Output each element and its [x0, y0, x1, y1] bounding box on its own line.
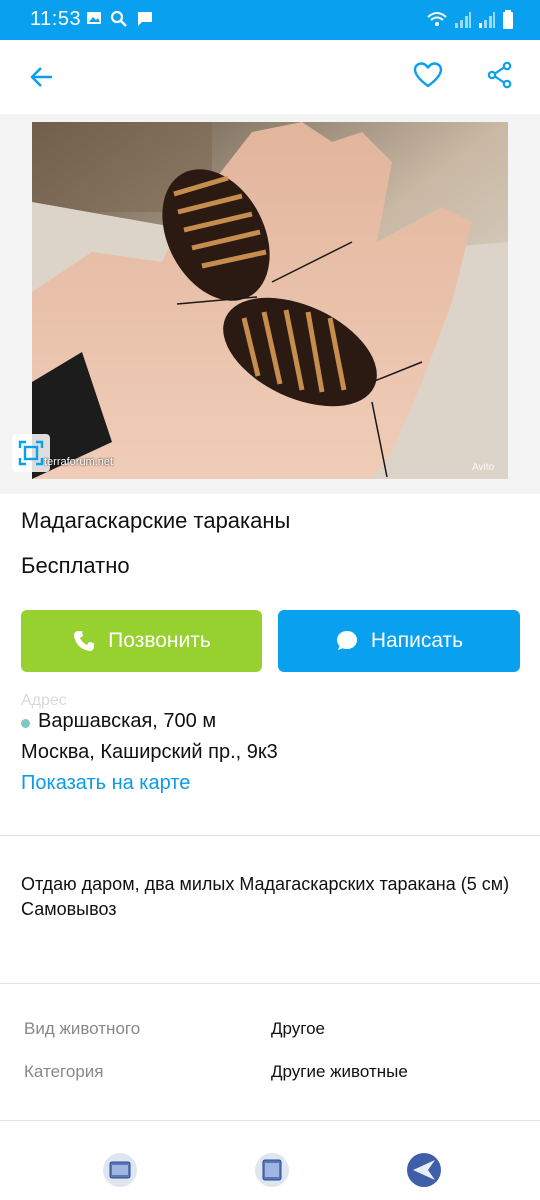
show-on-map-link[interactable]: Показать на карте: [21, 772, 190, 795]
call-button-label: Позвонить: [108, 629, 211, 652]
listing-price: Бесплатно: [21, 553, 130, 578]
back-button[interactable]: [20, 55, 64, 99]
heart-outline-icon: [413, 62, 443, 88]
wifi-icon: [427, 12, 447, 26]
param-value: Другое: [271, 1019, 326, 1038]
metro-station-text: Варшавская, 700 м: [38, 710, 217, 732]
description-line: Самовывоз: [21, 899, 117, 919]
listing-title: Мадагаскарские тараканы: [21, 508, 291, 533]
description-line: Отдаю даром, два милых Мадагаскарских та…: [21, 874, 510, 894]
arrow-left-icon: [30, 67, 52, 87]
chat-bubble-icon: [336, 631, 357, 650]
divider: [0, 983, 540, 984]
battery-icon: [503, 10, 513, 29]
system-navigation-bar: [0, 1140, 540, 1200]
photo-watermark: terraforum.net: [44, 456, 114, 468]
signal-icon: [455, 12, 471, 28]
status-bar: 11:53: [0, 0, 540, 40]
listing-photo[interactable]: [32, 122, 508, 479]
photo-gallery[interactable]: [0, 114, 540, 494]
phone-icon: [74, 631, 95, 651]
favorite-button[interactable]: [406, 53, 450, 97]
photo-image: [32, 122, 508, 479]
home-icon: [255, 1153, 289, 1187]
metro-station: Варшавская, 700 м: [21, 710, 216, 733]
share-button[interactable]: [478, 53, 522, 97]
description: Отдаю даром, два милых Мадагаскарских та…: [21, 872, 521, 922]
image-icon: [87, 12, 101, 24]
divider: [0, 835, 540, 836]
photo-logo: Avito: [472, 462, 495, 473]
recent-apps-icon: [103, 1153, 137, 1187]
home-button[interactable]: [252, 1150, 292, 1190]
message-icon: [138, 12, 152, 26]
back-triangle-icon: [407, 1153, 441, 1187]
status-time: 11:53: [30, 8, 82, 30]
app-bar: [0, 40, 540, 114]
search-icon: [110, 10, 127, 27]
divider: [0, 1120, 540, 1121]
param-label: Вид животного: [24, 1019, 141, 1038]
write-button[interactable]: Написать: [278, 610, 520, 672]
metro-line-dot: [21, 718, 30, 728]
fullscreen-icon: [18, 440, 44, 466]
recent-apps-button[interactable]: [100, 1150, 140, 1190]
call-button[interactable]: Позвонить: [21, 610, 262, 672]
write-button-label: Написать: [370, 629, 464, 652]
address-text: Москва, Каширский пр., 9к3: [21, 741, 278, 763]
signal-icon: [479, 12, 495, 28]
share-icon: [487, 61, 512, 89]
back-nav-button[interactable]: [404, 1150, 444, 1190]
param-value: Другие животные: [271, 1062, 408, 1081]
param-label: Категория: [24, 1062, 104, 1081]
address-label: Адрес: [21, 692, 67, 709]
